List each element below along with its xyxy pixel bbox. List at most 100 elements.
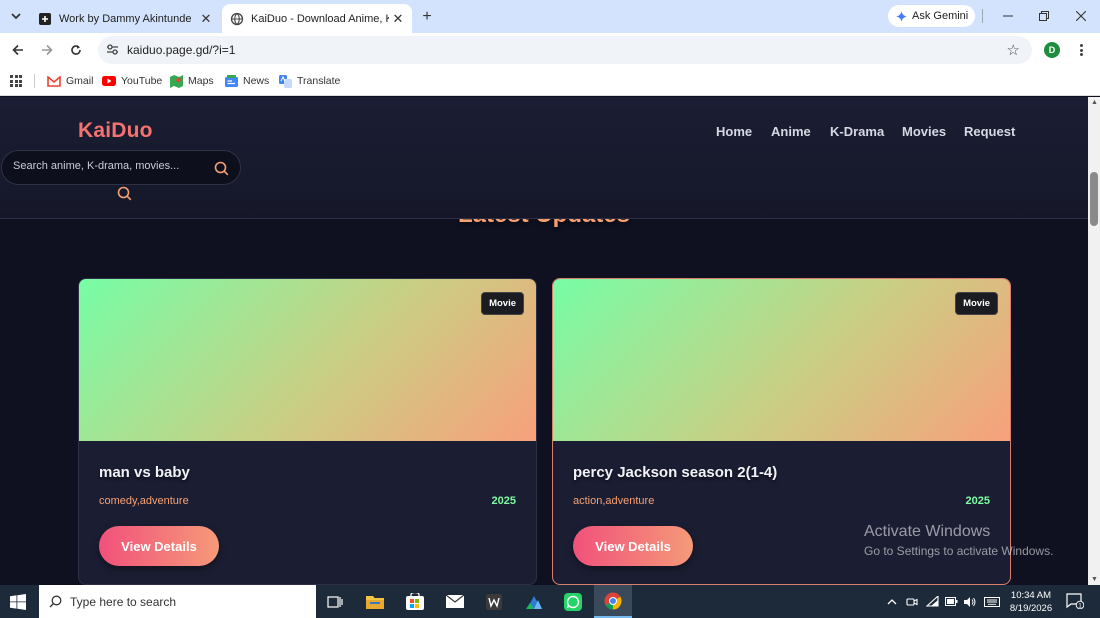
- content-card[interactable]: Movie man vs baby comedy,adventure 2025 …: [78, 278, 537, 585]
- forward-arrow-icon: [42, 44, 53, 56]
- task-view-button[interactable]: [316, 585, 354, 618]
- search-icon[interactable]: [214, 161, 229, 176]
- action-center-button[interactable]: 1: [1066, 593, 1085, 614]
- new-tab-button[interactable]: +: [417, 7, 437, 27]
- card-title[interactable]: percy Jackson season 2(1-4): [573, 464, 777, 481]
- microsoft-store-button[interactable]: [396, 585, 434, 618]
- close-tab-icon[interactable]: ✕: [197, 10, 215, 28]
- forward-button[interactable]: [37, 40, 57, 60]
- bookmark-gmail[interactable]: Gmail: [47, 73, 93, 89]
- search-toggle-icon[interactable]: [117, 186, 132, 201]
- ask-gemini-label: Ask Gemini: [912, 10, 969, 22]
- meet-now-icon: [906, 597, 918, 606]
- translate-icon: [279, 74, 292, 88]
- back-arrow-icon: [12, 44, 23, 56]
- card-year: 2025: [491, 495, 516, 507]
- restore-icon: [1039, 11, 1049, 21]
- volume-button[interactable]: [962, 585, 978, 618]
- view-details-button[interactable]: View Details: [99, 526, 219, 566]
- site-header: KaiDuo Home Anime K-Drama Movies Request: [0, 97, 1088, 219]
- mail-button[interactable]: [436, 585, 474, 618]
- taskbar-search-placeholder: Type here to search: [70, 594, 177, 609]
- word-button[interactable]: [475, 585, 513, 618]
- tab-title: Work by Dammy Akintunde: [59, 12, 192, 25]
- gemini-sparkle-icon: [896, 10, 907, 22]
- nav-home[interactable]: Home: [716, 124, 752, 139]
- bookmark-maps[interactable]: Maps: [170, 73, 214, 89]
- web-page: KaiDuo Home Anime K-Drama Movies Request…: [0, 97, 1088, 585]
- tab-work-by-dammy[interactable]: Work by Dammy Akintunde ✕: [30, 4, 220, 33]
- profile-avatar[interactable]: D: [1044, 42, 1060, 58]
- browser-tab-strip: Work by Dammy Akintunde ✕ KaiDuo - Downl…: [0, 0, 1100, 33]
- tab-kaiduo[interactable]: KaiDuo - Download Anime, K-Drama ✕: [222, 4, 412, 33]
- view-details-button[interactable]: View Details: [573, 526, 693, 566]
- scroll-down-arrow-icon[interactable]: ▼: [1091, 576, 1098, 583]
- battery-icon: [944, 597, 957, 606]
- site-logo[interactable]: KaiDuo: [78, 119, 153, 143]
- bookmark-star-icon[interactable]: ☆: [1007, 41, 1020, 59]
- divider: [982, 9, 983, 23]
- restore-window-button[interactable]: [1030, 6, 1058, 26]
- close-tab-icon[interactable]: ✕: [389, 10, 407, 28]
- nav-request[interactable]: Request: [964, 124, 1015, 139]
- card-thumbnail[interactable]: [553, 279, 1010, 441]
- ask-gemini-button[interactable]: Ask Gemini: [888, 5, 975, 27]
- file-explorer-button[interactable]: [356, 585, 394, 618]
- show-hidden-icons-button[interactable]: [884, 585, 900, 618]
- notification-icon: 1: [1066, 593, 1085, 610]
- network-button[interactable]: [924, 585, 940, 618]
- taskbar-search-box[interactable]: Type here to search: [39, 585, 316, 618]
- divider: [34, 74, 35, 88]
- search-icon: [49, 595, 62, 608]
- back-button[interactable]: [8, 40, 28, 60]
- chart-app-button[interactable]: [515, 585, 553, 618]
- bookmark-label: News: [243, 75, 270, 87]
- chrome-icon: [604, 592, 622, 609]
- speaker-icon: [964, 596, 976, 607]
- site-search-input[interactable]: [13, 160, 203, 172]
- address-bar[interactable]: kaiduo.page.gd/?i=1 ☆: [98, 36, 1032, 64]
- chrome-button[interactable]: [594, 585, 632, 618]
- bookmark-label: Maps: [188, 75, 214, 87]
- bookmark-youtube[interactable]: YouTube: [102, 73, 162, 89]
- tab-title: KaiDuo - Download Anime, K-Drama: [251, 12, 389, 25]
- news-icon: [225, 75, 238, 87]
- bookmarks-bar: Gmail YouTube Maps News Translate: [0, 67, 1100, 96]
- bookmark-translate[interactable]: Translate: [279, 73, 340, 89]
- card-genres: action,adventure: [573, 495, 655, 507]
- whatsapp-button[interactable]: [554, 585, 592, 618]
- gmail-icon: [47, 75, 61, 87]
- maps-icon: [170, 74, 183, 88]
- site-favicon-icon: [39, 12, 51, 25]
- card-title[interactable]: man vs baby: [99, 464, 190, 481]
- nav-anime[interactable]: Anime: [771, 124, 811, 139]
- keyboard-button[interactable]: [983, 585, 1001, 618]
- globe-icon: [230, 12, 244, 25]
- close-window-button[interactable]: [1067, 6, 1095, 26]
- site-settings-icon[interactable]: [106, 43, 119, 56]
- tab-search-button[interactable]: [6, 6, 26, 26]
- bookmark-news[interactable]: News: [225, 73, 269, 89]
- apps-grid-icon[interactable]: [10, 75, 22, 87]
- reload-button[interactable]: [66, 40, 86, 60]
- windows-start-icon[interactable]: [10, 594, 26, 610]
- card-thumbnail[interactable]: [79, 279, 536, 441]
- watermark-title: Activate Windows: [864, 523, 991, 540]
- minimize-icon: [1003, 15, 1013, 17]
- scroll-up-arrow-icon[interactable]: ▲: [1091, 99, 1098, 106]
- scrollbar-thumb[interactable]: [1090, 172, 1098, 226]
- meet-now-button[interactable]: [904, 585, 920, 618]
- bookmark-label: Gmail: [66, 75, 94, 87]
- nav-k-drama[interactable]: K-Drama: [830, 124, 884, 139]
- page-scrollbar[interactable]: ▲ ▼: [1088, 97, 1100, 585]
- minimize-window-button[interactable]: [994, 6, 1022, 26]
- browser-menu-button[interactable]: [1074, 42, 1088, 58]
- nav-movies[interactable]: Movies: [902, 124, 946, 139]
- task-view-icon: [327, 595, 343, 608]
- battery-button[interactable]: [943, 585, 959, 618]
- whatsapp-icon: [564, 592, 582, 611]
- system-clock[interactable]: 10:34 AM 8/19/2026: [1004, 589, 1058, 615]
- mail-icon: [446, 595, 464, 608]
- bookmark-label: YouTube: [121, 75, 163, 87]
- app-icon: [526, 595, 542, 609]
